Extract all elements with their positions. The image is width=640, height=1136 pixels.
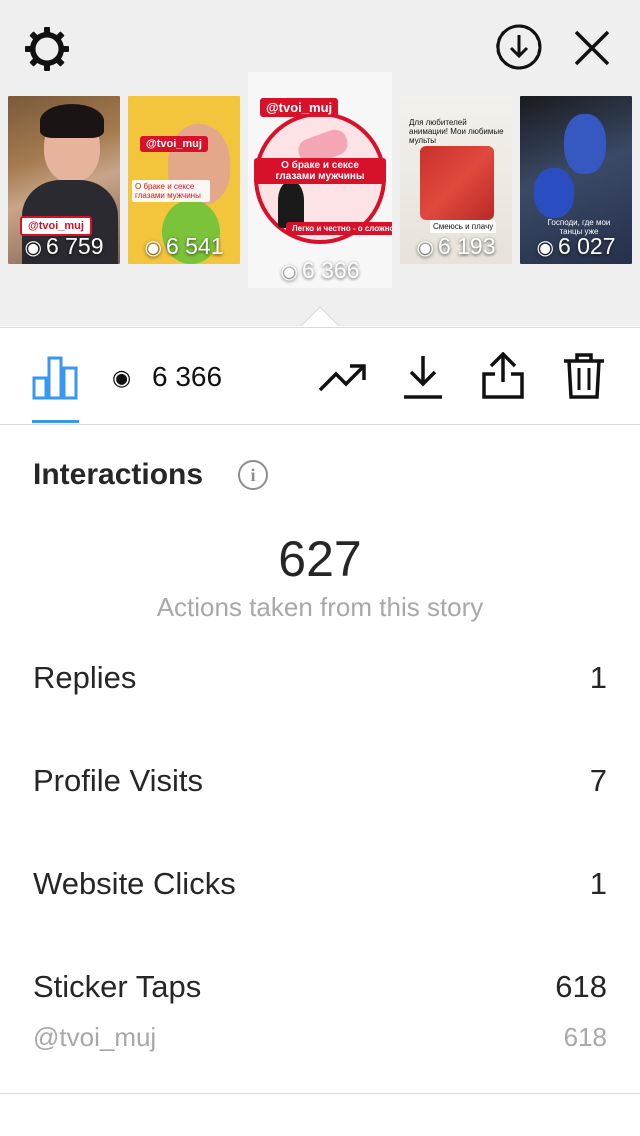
section-title: Interactions [33,458,204,491]
person-hair [40,104,104,138]
person-image-2 [534,168,574,218]
story-thumbnail[interactable]: @tvoi_muj ◉ 6 759 [8,96,120,264]
metric-subrow-sticker: @tvoi_muj 618 [33,1022,607,1062]
story-thumbnail[interactable]: Господи, где мои танцы уже ◉ 6 027 [520,96,632,264]
eye-icon: ◉ [416,237,434,259]
share-icon[interactable] [481,351,525,400]
eye-icon: ◉ [144,237,162,259]
download-icon[interactable] [402,354,444,400]
close-x-icon[interactable] [570,26,614,70]
metric-label: Sticker Taps [33,969,202,1004]
bar-chart-icon[interactable] [32,354,80,400]
trash-icon[interactable] [562,352,606,400]
story-thumbnail[interactable]: Для любителей анимации! Мои любимые муль… [400,96,512,264]
story-caption-secondary: Легко и честно - о сложном [286,222,392,235]
views-value: 6 759 [45,233,104,259]
story-view-count: ◉ 6 759 [8,233,120,260]
story-view-count: ◉ 6 366 [248,257,392,284]
trending-up-icon[interactable] [318,360,368,394]
eye-icon: ◉ [24,237,42,259]
active-tab-indicator [32,420,79,423]
story-thumbnail[interactable]: @tvoi_muj О браке и сексе глазами мужчин… [128,96,240,264]
metric-value: 1 [589,866,607,901]
metric-value: 1 [589,660,607,695]
story-tag: @tvoi_muj [140,136,208,152]
views-value: 6 541 [165,233,224,259]
story-action-bar: ◉ 6 366 [0,327,640,425]
story-carousel-area: @tvoi_muj ◉ 6 759 @tvoi_muj О браке и сек… [0,0,640,327]
person-image [564,114,606,174]
eye-icon: ◉ [280,261,298,283]
selection-pointer [300,306,340,327]
views-value: 6 193 [437,233,496,259]
metric-label: Website Clicks [33,866,236,901]
story-view-count: ◉ 6 027 [520,233,632,260]
info-icon[interactable]: i [238,460,268,490]
story-views-count: 6 366 [152,361,223,392]
eye-icon: ◉ [112,365,132,390]
views-value: 6 366 [301,257,360,283]
metric-row-sticker-taps: Sticker Taps 618 [33,969,607,1009]
metric-sub-value: 618 [563,1022,607,1052]
interactions-subtitle: Actions taken from this story [156,592,484,622]
metric-label: Profile Visits [33,763,203,798]
story-caption-secondary: Смеюсь и плачу [430,220,497,234]
story-caption: О браке и сексе глазами мужчины [132,180,210,203]
views-value: 6 027 [557,233,616,259]
metric-value: 618 [555,969,607,1004]
story-view-count: ◉ 6 541 [128,233,240,260]
story-caption: Для любителей анимации! Мои любимые муль… [409,118,504,146]
story-caption: О браке и сексе глазами мужчины [254,158,386,184]
metric-row-replies: Replies 1 [33,660,607,700]
metric-row-profile-visits: Profile Visits 7 [33,763,607,803]
settings-gear-icon[interactable] [22,24,72,74]
story-view-count: ◉ 6 193 [400,233,512,260]
metric-row-website-clicks: Website Clicks 1 [33,866,607,906]
eye-icon: ◉ [536,237,554,259]
metric-sub-label: @tvoi_muj [33,1022,157,1052]
metric-label: Replies [33,660,137,695]
section-divider [0,1093,640,1094]
story-thumbnail-selected[interactable]: @tvoi_muj О браке и сексе глазами мужчин… [248,72,392,288]
download-circle-icon[interactable] [494,22,544,72]
story-tag: @tvoi_muj [260,98,339,117]
metric-value: 7 [589,763,607,798]
interactions-total: 627 [278,531,362,587]
people-image [420,146,494,220]
